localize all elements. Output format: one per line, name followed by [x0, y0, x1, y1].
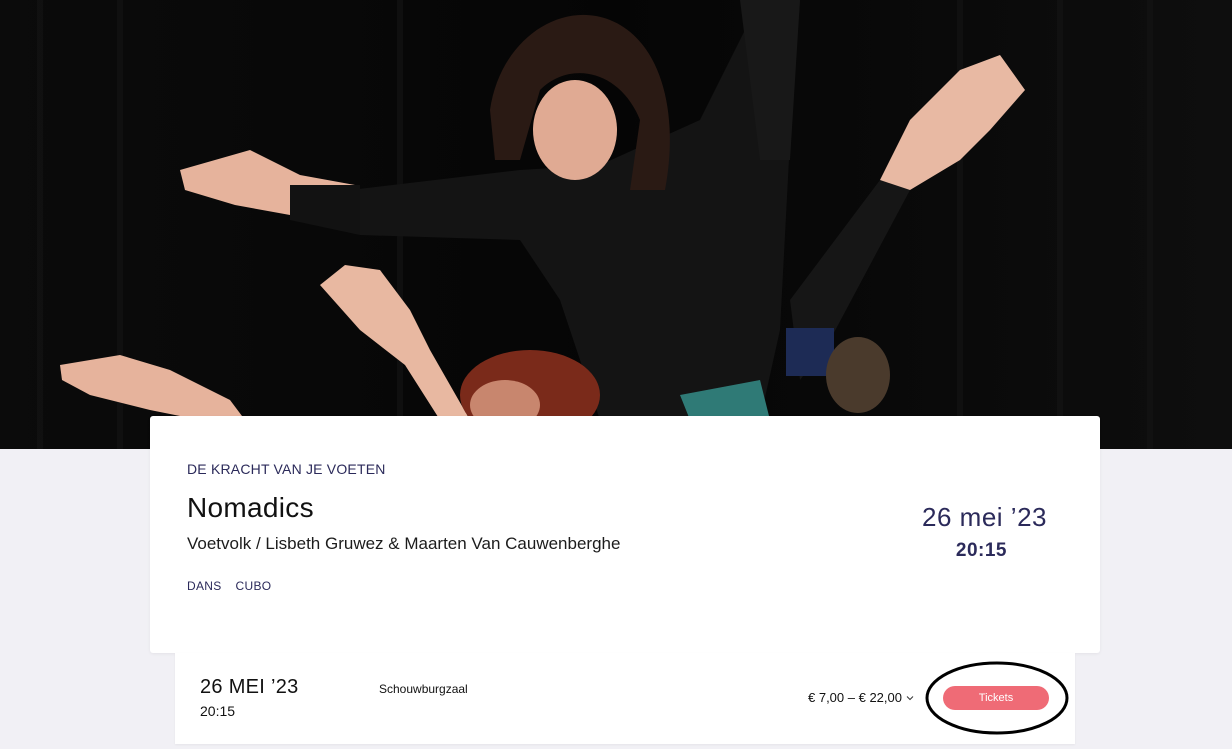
performance-venue: Schouwburgzaal — [379, 682, 468, 696]
hero-image — [0, 0, 1232, 449]
event-tags: DANS CUBO — [187, 579, 271, 593]
price-range-dropdown[interactable]: € 7,00 – € 22,00 — [808, 690, 914, 705]
tag-dans[interactable]: DANS — [187, 579, 222, 593]
tickets-button[interactable]: Tickets — [943, 686, 1049, 710]
event-time: 20:15 — [955, 540, 1007, 561]
performance-date: 26 MEI ’23 — [200, 676, 299, 698]
chevron-down-icon — [906, 695, 914, 700]
page: DE KRACHT VAN JE VOETEN Nomadics Voetvol… — [0, 0, 1232, 749]
price-range-label: € 7,00 – € 22,00 — [808, 690, 902, 705]
tag-cubo[interactable]: CUBO — [236, 579, 272, 593]
event-date: 26 mei ’23 — [922, 502, 1047, 532]
dancers-photo — [0, 0, 1232, 449]
event-series-label: DE KRACHT VAN JE VOETEN — [187, 461, 386, 477]
performance-row: 26 MEI ’23 20:15 Schouwburgzaal € 7,00 –… — [175, 653, 1075, 744]
event-card: DE KRACHT VAN JE VOETEN Nomadics Voetvol… — [150, 416, 1100, 653]
event-subtitle: Voetvolk / Lisbeth Gruwez & Maarten Van … — [187, 534, 621, 553]
event-title: Nomadics — [187, 492, 314, 523]
performance-time: 20:15 — [200, 703, 236, 719]
